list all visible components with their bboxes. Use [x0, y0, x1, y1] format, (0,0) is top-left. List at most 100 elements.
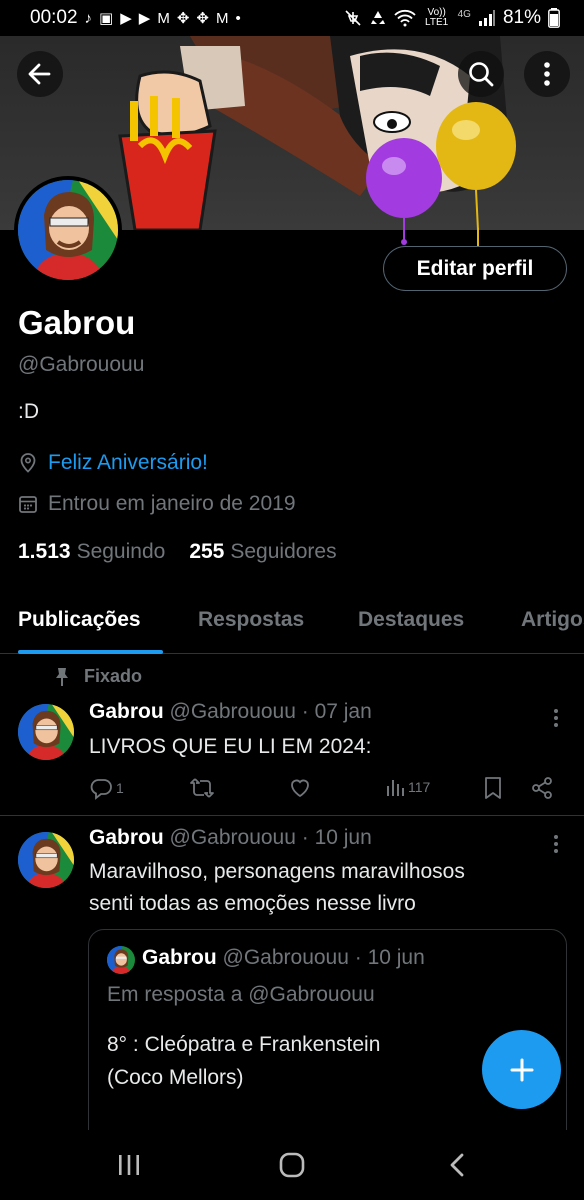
post-divider: [0, 815, 584, 816]
quoted-post-header: Gabrou @Gabrououu · 10 jun: [142, 946, 425, 970]
post-header: Gabrou @Gabrououu · 10 jun: [89, 826, 372, 850]
profile-tabs: Publicações Respostas Destaques Artigos: [0, 592, 584, 654]
post-meta: @Gabrououu · 10 jun: [169, 826, 372, 849]
post-more-button[interactable]: [548, 706, 564, 730]
profile-name: Gabrou: [18, 304, 136, 341]
views-count: 117: [408, 779, 431, 795]
post-text-line: Maravilhoso, personagens maravilhosos: [89, 860, 465, 883]
bookmark-icon: [485, 777, 501, 799]
tab-destaques[interactable]: Destaques: [358, 608, 464, 632]
location-link[interactable]: Feliz Aniversário!: [48, 451, 208, 475]
followers-count: 255: [189, 540, 225, 563]
retweet-icon: [190, 778, 214, 798]
post-header: Gabrou @Gabrououu · 07 jan: [89, 700, 372, 724]
followers-link[interactable]: 255 Seguidores: [189, 540, 336, 564]
search-icon: [469, 62, 494, 87]
post-author-name[interactable]: Gabrou: [89, 826, 164, 849]
battery-icon: [548, 8, 560, 28]
quoted-author-name: Gabrou: [142, 946, 217, 969]
chevron-left-icon: [450, 1153, 464, 1177]
quoted-text-line: (Coco Mellors): [107, 1066, 244, 1089]
arrow-left-icon: [28, 63, 51, 85]
avatar-illustration: [18, 180, 118, 280]
pin-icon: [56, 667, 68, 686]
joined-row: Entrou em janeiro de 2019: [18, 492, 296, 516]
more-options-button[interactable]: [524, 51, 570, 97]
profile-bio: :D: [18, 400, 39, 423]
location-row: Feliz Aniversário!: [18, 451, 208, 475]
reply-count: 1: [116, 780, 124, 796]
system-navigation-bar: [0, 1130, 584, 1200]
post-meta: @Gabrououu · 07 jan: [169, 700, 372, 723]
profile-avatar[interactable]: [14, 176, 122, 284]
post-author-name[interactable]: Gabrou: [89, 700, 164, 723]
avatar-illustration: [18, 704, 74, 760]
status-left: 00:02 ♪ ▣ ▶ ▶ M ✥ ✥ M •: [30, 7, 241, 29]
system-back-button[interactable]: [437, 1148, 477, 1182]
home-button[interactable]: [272, 1148, 312, 1182]
profile-handle: @Gabrououu: [18, 353, 145, 376]
quoted-post-avatar: [107, 946, 135, 974]
analytics-icon: [387, 780, 404, 796]
location-pin-icon: [20, 453, 36, 473]
mute-icon: [345, 10, 361, 26]
recent-apps-button[interactable]: [109, 1148, 149, 1182]
share-icon: [532, 777, 552, 799]
status-bar: 00:02 ♪ ▣ ▶ ▶ M ✥ ✥ M • Vo)) LTE1 4G 81%: [0, 0, 584, 36]
heart-icon: [291, 779, 309, 798]
back-button[interactable]: [17, 51, 63, 97]
youtube-notification-icon: ▶: [120, 10, 132, 27]
post-actions: 1 117: [89, 776, 559, 802]
pinned-label: Fixado: [84, 666, 143, 686]
more-notifications-dot-icon: •: [235, 9, 241, 27]
following-link[interactable]: 1.513 Seguindo: [18, 540, 165, 564]
pinwheel-notification-icon-2: ✥: [196, 10, 209, 27]
recent-apps-icon: [119, 1155, 139, 1175]
reply-context: Em resposta a @Gabrououu: [107, 983, 375, 1006]
signal-icon: [478, 10, 495, 26]
views-button[interactable]: 117: [385, 776, 430, 798]
followers-label: Seguidores: [230, 540, 337, 563]
network-type: 4G: [457, 8, 471, 20]
tab-publicacoes[interactable]: Publicações: [18, 608, 141, 632]
following-count: 1.513: [18, 540, 71, 563]
quoted-text-line: 8° : Cleópatra e Frankenstein: [107, 1033, 381, 1056]
wifi-icon: [393, 9, 416, 27]
avatar-illustration: [18, 832, 74, 888]
bookmark-button[interactable]: [483, 776, 503, 800]
tab-respostas[interactable]: Respostas: [198, 608, 304, 632]
retweet-button[interactable]: [189, 776, 215, 800]
avatar-illustration: [107, 946, 135, 974]
pinned-indicator: Fixado: [54, 666, 142, 687]
status-right: Vo)) LTE1 4G 81%: [344, 7, 560, 29]
reply-button[interactable]: 1: [89, 776, 124, 800]
post-more-button[interactable]: [548, 832, 564, 856]
gmail-notification-icon: M: [157, 9, 170, 27]
reply-icon: [90, 779, 112, 800]
recycle-icon: [370, 11, 385, 24]
pinwheel-notification-icon: ✥: [176, 10, 190, 27]
tab-artigos[interactable]: Artigos: [521, 608, 584, 632]
post-text-line: senti todas as emoções nesse livro: [89, 892, 416, 915]
like-button[interactable]: [288, 776, 312, 800]
post-avatar[interactable]: [18, 832, 74, 888]
post-avatar[interactable]: [18, 704, 74, 760]
share-button[interactable]: [530, 776, 554, 800]
avatar-image: [18, 180, 118, 280]
clock: 00:02: [30, 7, 78, 28]
following-label: Seguindo: [76, 540, 166, 563]
joined-date: Entrou em janeiro de 2019: [48, 492, 296, 515]
compose-post-button[interactable]: [482, 1030, 561, 1109]
search-button[interactable]: [458, 51, 504, 97]
post-text: LIVROS QUE EU LI EM 2024:: [89, 735, 372, 758]
quoted-post-meta: @Gabrououu · 10 jun: [222, 946, 425, 969]
youtube-notification-icon-2: ▶: [138, 10, 151, 27]
volte-indicator: Vo)) LTE1: [425, 7, 449, 28]
edit-profile-button[interactable]: Editar perfil: [383, 246, 567, 291]
vertical-dots-icon: [544, 62, 550, 86]
gallery-notification-icon: ▣: [99, 10, 114, 27]
battery-percent: 81%: [502, 7, 541, 28]
follow-stats: 1.513 Seguindo 255 Seguidores: [18, 540, 337, 564]
gmail-notification-icon-2: M: [215, 9, 229, 27]
music-notification-icon: ♪: [84, 9, 93, 27]
